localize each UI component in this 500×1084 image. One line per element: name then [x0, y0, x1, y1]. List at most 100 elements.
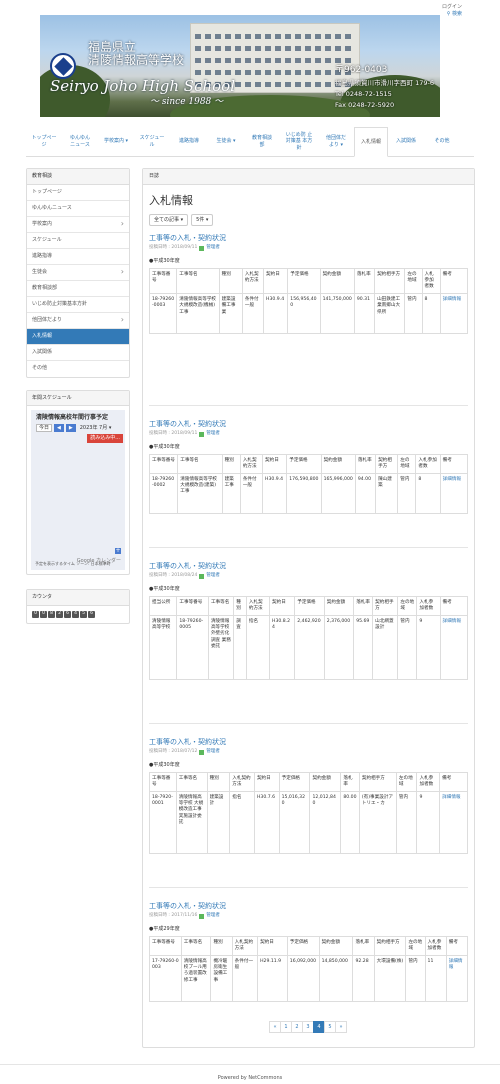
fiscal-year: ●平成30年度 [149, 586, 180, 593]
bid-table: 工事等番号 工事等名 種別 入札契約方法 契約日 予定価格 契約金額 落札率 契約相手方 左の地域… [149, 935, 469, 1003]
search-icon: ⚲ [446, 10, 451, 17]
school-header-banner[interactable]: 福島県立 清陵情報高等学校 Seiryo Joho High School ～ … [40, 15, 440, 117]
bid-table: 担当公所 工事等番号 工事等名 種別 入札契約方法 契約日 予定価格 契約金額 落札率 契約相手方… [148, 595, 469, 681]
calendar-month-select[interactable]: 2023年 7月 ▾ [78, 425, 114, 432]
article: 工事等の入札・契約状況 投稿日時 : 2018/07/12 管理者 ●平成30年度… [149, 738, 468, 889]
table-row: 18-7920-0001 清陵情報高等学校 大規模改造工事 実施設計委託 建築設計指… [149, 791, 468, 855]
article-title[interactable]: 工事等の入札・契約状況 [149, 420, 468, 429]
article-meta: 投稿日時 : 2018/09/11 管理者 [149, 245, 220, 251]
sidebar-menu-title: 教育相談 [27, 169, 129, 185]
bid-table: 工事等番号 工事等名 種別 入札契約方法 契約日 予定価格 契約金額 落札率 契約相手方 左の地域… [148, 453, 469, 515]
counter-title: カウンタ [27, 590, 129, 606]
nav-entrance-exam[interactable]: 入試関係 [388, 127, 424, 156]
sidebar-item-school-guide[interactable]: 学校案内 › [27, 217, 129, 233]
school-emblem-icon [50, 53, 76, 79]
nav-schedule[interactable]: スケジュー ル [134, 127, 170, 156]
school-contact: 〒962-0403 福島県須賀川市滑川字西町 179-6 Tel 0248-72… [335, 65, 434, 110]
calendar-timezone-note: 予定を表示するタイム ゾーン: 日本標準時 [35, 560, 111, 566]
nav-other[interactable]: その他 [424, 127, 460, 156]
table-header-row: 工事等番号 工事等名 種別 入札契約方法 契約日 予定価格 契約金額 落札率 契約相手方 左の地域… [149, 935, 469, 957]
article-title[interactable]: 工事等の入札・契約状況 [149, 738, 468, 747]
table-header-row: 工事等番号 工事等名 種別 入札契約方法 契約日 予定価格 契約金額 落札率 契約相手方 左の地域… [148, 453, 469, 475]
sidebar-item-entrance-exam[interactable]: 入試関係 [27, 345, 129, 361]
article-meta: 投稿日時 : 2017/11/16 管理者 [149, 913, 220, 919]
page-title: 入札情報 [149, 193, 193, 207]
fiscal-year: ●平成30年度 [149, 762, 180, 769]
chevron-right-icon: › [120, 266, 124, 276]
nav-bidding[interactable]: 入札情報 [354, 127, 388, 157]
counter-panel: カウンタ 00826456 [26, 589, 130, 624]
sidebar-item-schedule[interactable]: スケジュール [27, 233, 129, 249]
article-meta: 投稿日時 : 2018/08/24 管理者 [149, 573, 220, 579]
sidebar-item-student-council[interactable]: 生徒会 › [27, 265, 129, 281]
user-icon [199, 749, 205, 755]
sidebar-item-career[interactable]: 進路指導 [27, 249, 129, 265]
bid-table: 工事等番号 工事等名 種別 入札契約方法 契約日 予定価格 契約金額 落札率 契約相手方 左の地域… [148, 267, 469, 335]
table-row: 18-79260-0002 清陵情報高等学校大規模改造(建築)工事 建築工事 条件付一… [148, 473, 469, 515]
article: 工事等の入札・契約状況 投稿日時 : 2018/09/11 管理者 ●平成30年度… [148, 420, 469, 549]
table-header-row: 工事等番号 工事等名 種別 入札契約方法 契約日 予定価格 契約金額 落札率 契約相手方 左の地域… [149, 771, 468, 793]
since-label: ～ since 1988 ～ [150, 97, 224, 107]
article: 工事等の入札・契約状況 投稿日時 : 2018/08/24 管理者 ●平成30年度… [148, 562, 469, 725]
top-links: ログイン ⚲ 検索 [442, 4, 462, 17]
detail-link[interactable]: 詳細情報 [439, 791, 468, 855]
fiscal-year: ●平成30年度 [149, 258, 180, 265]
sidebar-item-top[interactable]: トップページ [27, 185, 129, 201]
breadcrumb: 日誌 [143, 169, 474, 185]
nav-anti-bullying[interactable]: いじめ防 止対策基 本方針 [280, 127, 318, 156]
table-row: 清陵情報高等学校 18-79260-0005 清陵情報高等学校 外壁劣化調査 業務委… [148, 615, 469, 681]
calendar-loading-badge: 読み込み中... [87, 434, 123, 443]
chevron-right-icon: › [120, 218, 124, 228]
calendar-prev-button[interactable]: ◀ [54, 423, 64, 433]
article-meta: 投稿日時 : 2018/07/12 管理者 [149, 749, 220, 755]
detail-link[interactable]: 詳細情報 [439, 473, 469, 515]
sidebar-item-bidding[interactable]: 入札情報 [27, 328, 129, 345]
main-content: 日誌 入札情報 全ての記事 ▾ 5件 ▾ 工事等の入札・契約状況 投稿日時 : … [142, 168, 475, 1048]
user-icon [199, 573, 205, 579]
nav-yunyun-news[interactable]: ゆんゆん ニュース [62, 127, 98, 156]
sidebar-item-anti-bullying[interactable]: いじめ防止対策基本方針 [27, 297, 129, 313]
nav-student-council[interactable]: 生徒会 ▾ [208, 127, 244, 156]
sidebar-item-other[interactable]: その他 [27, 361, 129, 377]
nav-other-groups[interactable]: 他団体だ より ▾ [318, 127, 354, 156]
fiscal-year: ●平成29年度 [149, 926, 180, 933]
user-icon [199, 913, 205, 919]
visit-counter: 00826456 [27, 606, 129, 623]
table-row: 18-79260-0003 清陵情報高等学校大規模改造(機械)工事 建築設備工事業条… [148, 293, 469, 335]
search-link[interactable]: ⚲ 検索 [447, 11, 462, 17]
detail-link[interactable]: 詳細情報 [439, 293, 469, 335]
article: 工事等の入札・契約状況 投稿日時 : 2017/11/16 管理者 ●平成29年度… [149, 902, 469, 1022]
article-title[interactable]: 工事等の入札・契約状況 [149, 902, 468, 911]
detail-link[interactable]: 詳細情報 [445, 955, 469, 1003]
nav-counseling[interactable]: 教育相談 部 [244, 127, 280, 156]
school-name-en: Seiryo Joho High School [50, 77, 236, 95]
sidebar-item-news[interactable]: ゆんゆんニュース [27, 201, 129, 217]
nav-career[interactable]: 進路指導 [170, 127, 208, 156]
article-meta: 投稿日時 : 2018/09/11 管理者 [149, 431, 220, 437]
schedule-panel: 年間スケジュール 清陵情報高校年間行事予定 今日 ◀ ▶ 2023年 7月 ▾ … [26, 389, 130, 575]
pagination: « 1 2 3 4 5 » [143, 1021, 474, 1033]
count-filter-dropdown[interactable]: 5件 ▾ [191, 213, 214, 227]
calendar-next-button[interactable]: ▶ [65, 423, 76, 433]
article-title[interactable]: 工事等の入札・契約状況 [149, 562, 468, 571]
pager-next[interactable]: » [335, 1021, 347, 1033]
footer: Powered by NetCommons [0, 1064, 500, 1082]
detail-link[interactable]: 詳細情報 [439, 615, 469, 681]
user-icon [199, 245, 205, 251]
category-filter-dropdown[interactable]: 全ての記事 ▾ [149, 213, 189, 227]
nav-top[interactable]: トップペー ジ [26, 127, 62, 156]
sidebar-item-other-groups[interactable]: 他団体だより › [27, 313, 129, 329]
fiscal-year: ●平成30年度 [149, 444, 180, 451]
table-row: 17-79260-0003 清陵情報高校プール用ろ過装置改修工事 機冷暖房衛生設備工… [149, 955, 469, 1003]
calendar-today-button[interactable]: 今日 [36, 423, 53, 433]
sidebar-item-counseling[interactable]: 教育相談部 [27, 281, 129, 297]
article-title[interactable]: 工事等の入札・契約状況 [149, 234, 468, 243]
nav-school-guide[interactable]: 学校案内 ▾ [98, 127, 134, 156]
schedule-panel-title: 年間スケジュール [27, 390, 129, 406]
google-calendar-embed[interactable]: 清陵情報高校年間行事予定 今日 ◀ ▶ 2023年 7月 ▾ 読み込み中... … [31, 410, 125, 570]
add-calendar-icon[interactable]: + [115, 548, 121, 554]
calendar-title: 清陵情報高校年間行事予定 [36, 414, 109, 421]
table-header-row: 担当公所 工事等番号 工事等名 種別 入札契約方法 契約日 予定価格 契約金額 落札率 契約相手方… [148, 595, 469, 617]
calendar-controls: 今日 ◀ ▶ 2023年 7月 ▾ [31, 423, 125, 433]
sidebar-menu: 教育相談 トップページ ゆんゆんニュース 学校案内 › スケジュール 進路指導 生… [26, 168, 130, 378]
